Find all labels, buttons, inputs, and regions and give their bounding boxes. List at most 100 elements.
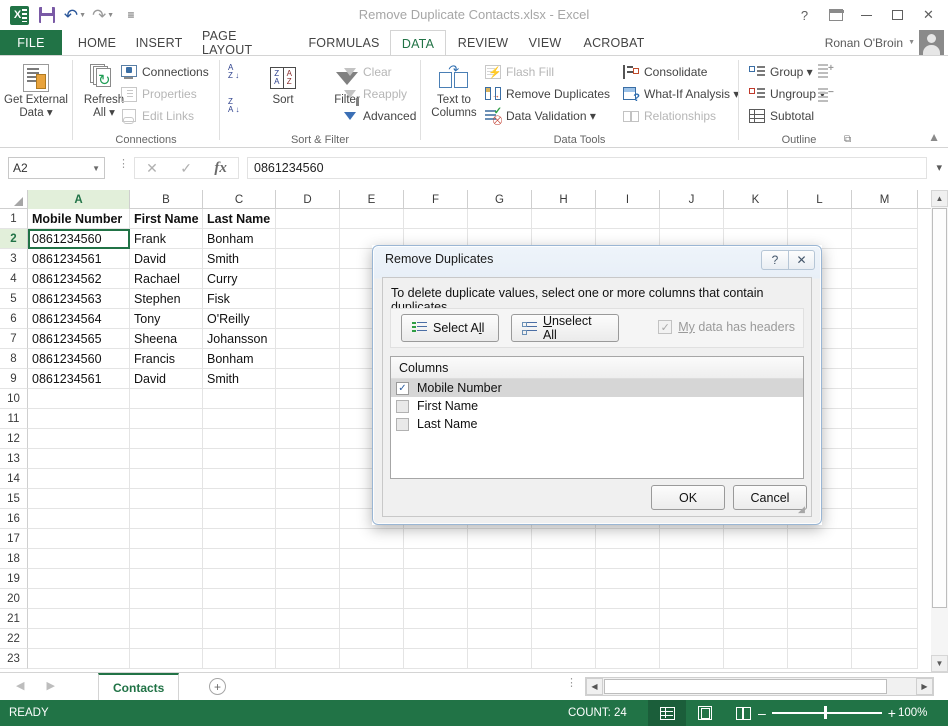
column-header-m[interactable]: M: [852, 190, 918, 209]
row-header-21[interactable]: 21: [0, 609, 28, 629]
confirm-entry-icon[interactable]: ✓: [180, 160, 192, 177]
cell-m18[interactable]: [852, 549, 918, 569]
cell-b17[interactable]: [130, 529, 203, 549]
cell-m9[interactable]: [852, 369, 918, 389]
row-header-3[interactable]: 3: [0, 249, 28, 269]
cell-d23[interactable]: [276, 649, 340, 669]
cell-a17[interactable]: [28, 529, 130, 549]
cell-m11[interactable]: [852, 409, 918, 429]
cell-m2[interactable]: [852, 229, 918, 249]
page-layout-view-button[interactable]: [686, 700, 724, 726]
sort-descending-button[interactable]: ZA ↓: [228, 98, 245, 116]
zoom-slider[interactable]: – +: [758, 706, 896, 720]
formula-input[interactable]: 0861234560: [247, 157, 927, 179]
column-header-e[interactable]: E: [340, 190, 404, 209]
cell-a23[interactable]: [28, 649, 130, 669]
row-header-22[interactable]: 22: [0, 629, 28, 649]
cell-e21[interactable]: [340, 609, 404, 629]
cell-a22[interactable]: [28, 629, 130, 649]
checkbox-icon[interactable]: [396, 399, 409, 413]
cell-h1[interactable]: [532, 209, 596, 229]
zoom-out-icon[interactable]: –: [758, 706, 766, 720]
checkbox-icon[interactable]: [396, 417, 409, 431]
text-to-columns-button[interactable]: ↷ Text to Columns: [423, 56, 485, 120]
column-header-j[interactable]: J: [660, 190, 724, 209]
cell-a15[interactable]: [28, 489, 130, 509]
row-header-19[interactable]: 19: [0, 569, 28, 589]
cell-d4[interactable]: [276, 269, 340, 289]
tab-home[interactable]: HOME: [68, 30, 126, 55]
cell-c6[interactable]: O'Reilly: [203, 309, 276, 329]
row-header-1[interactable]: 1: [0, 209, 28, 229]
cell-d15[interactable]: [276, 489, 340, 509]
remove-duplicates-button[interactable]: → Remove Duplicates: [483, 83, 628, 105]
cell-a13[interactable]: [28, 449, 130, 469]
column-header-a[interactable]: A: [28, 190, 130, 209]
cell-a2[interactable]: 0861234560: [28, 229, 130, 249]
cell-l1[interactable]: [788, 209, 852, 229]
unselect-all-button[interactable]: Unselect All: [511, 314, 619, 342]
cell-b5[interactable]: Stephen: [130, 289, 203, 309]
cell-l18[interactable]: [788, 549, 852, 569]
normal-view-button[interactable]: [648, 700, 686, 726]
cell-d18[interactable]: [276, 549, 340, 569]
row-header-14[interactable]: 14: [0, 469, 28, 489]
cell-b14[interactable]: [130, 469, 203, 489]
cell-e23[interactable]: [340, 649, 404, 669]
cell-a10[interactable]: [28, 389, 130, 409]
cell-a4[interactable]: 0861234562: [28, 269, 130, 289]
cell-m15[interactable]: [852, 489, 918, 509]
cell-i22[interactable]: [596, 629, 660, 649]
cell-l23[interactable]: [788, 649, 852, 669]
cell-h22[interactable]: [532, 629, 596, 649]
row-header-18[interactable]: 18: [0, 549, 28, 569]
cell-a1[interactable]: Mobile Number: [28, 209, 130, 229]
select-all-button[interactable]: Select All: [401, 314, 499, 342]
cell-b9[interactable]: David: [130, 369, 203, 389]
chevron-down-icon[interactable]: ▼: [908, 39, 915, 46]
vertical-scrollbar-thumb[interactable]: [932, 208, 947, 608]
clear-filter-button[interactable]: Clear: [340, 61, 416, 83]
list-item-last-name[interactable]: Last Name: [391, 415, 803, 433]
row-header-15[interactable]: 15: [0, 489, 28, 509]
cell-a9[interactable]: 0861234561: [28, 369, 130, 389]
cell-j22[interactable]: [660, 629, 724, 649]
cell-d22[interactable]: [276, 629, 340, 649]
cell-l22[interactable]: [788, 629, 852, 649]
cell-a12[interactable]: [28, 429, 130, 449]
cell-e22[interactable]: [340, 629, 404, 649]
cell-a14[interactable]: [28, 469, 130, 489]
cell-b6[interactable]: Tony: [130, 309, 203, 329]
cell-a18[interactable]: [28, 549, 130, 569]
cell-a5[interactable]: 0861234563: [28, 289, 130, 309]
cell-c12[interactable]: [203, 429, 276, 449]
sort-button[interactable]: ZAAZ Sort: [252, 56, 314, 107]
cell-g19[interactable]: [468, 569, 532, 589]
reapply-filter-button[interactable]: Reapply: [340, 83, 416, 105]
cell-a7[interactable]: 0861234565: [28, 329, 130, 349]
advanced-filter-button[interactable]: Advanced: [340, 105, 416, 127]
zoom-track[interactable]: [771, 706, 882, 720]
tab-page-layout[interactable]: PAGE LAYOUT: [192, 29, 298, 57]
cell-g20[interactable]: [468, 589, 532, 609]
cell-c21[interactable]: [203, 609, 276, 629]
cell-k20[interactable]: [724, 589, 788, 609]
properties-button[interactable]: Properties: [119, 83, 209, 105]
cell-f23[interactable]: [404, 649, 468, 669]
tab-file[interactable]: FILE: [0, 30, 62, 55]
cell-c9[interactable]: Smith: [203, 369, 276, 389]
column-header-l[interactable]: L: [788, 190, 852, 209]
cell-j17[interactable]: [660, 529, 724, 549]
cell-m20[interactable]: [852, 589, 918, 609]
ungroup-button[interactable]: Ungroup ▾: [747, 83, 825, 105]
expand-formula-bar-icon[interactable]: ▾: [936, 161, 942, 174]
cell-j1[interactable]: [660, 209, 724, 229]
scroll-down-icon[interactable]: ▼: [931, 655, 948, 672]
cell-b4[interactable]: Rachael: [130, 269, 203, 289]
cell-h17[interactable]: [532, 529, 596, 549]
column-header-d[interactable]: D: [276, 190, 340, 209]
tab-acrobat[interactable]: ACROBAT: [572, 30, 656, 55]
name-box-chevron-down-icon[interactable]: ▼: [92, 164, 100, 173]
cell-d16[interactable]: [276, 509, 340, 529]
cell-m10[interactable]: [852, 389, 918, 409]
